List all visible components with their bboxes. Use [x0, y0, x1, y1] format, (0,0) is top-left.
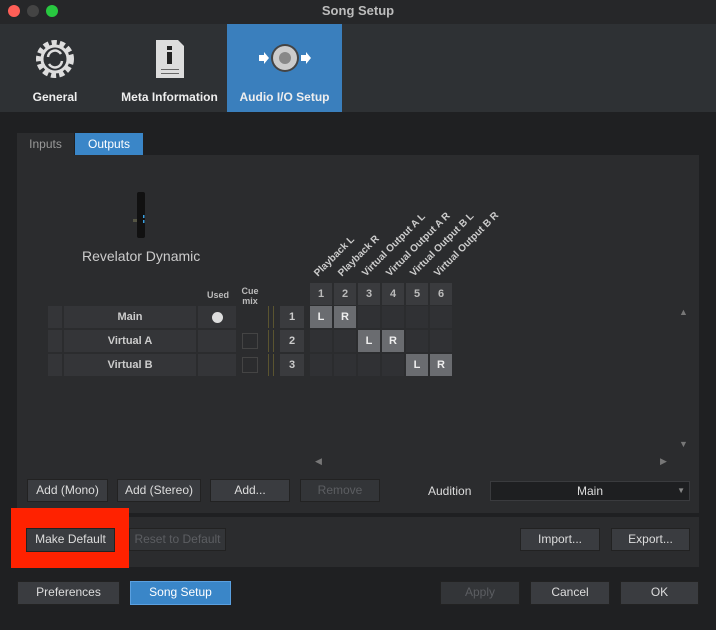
used-cell — [198, 330, 236, 352]
device-name: Revelator Dynamic — [82, 248, 201, 264]
row-handle[interactable] — [48, 306, 62, 328]
cue-mix-cell[interactable] — [238, 354, 262, 376]
level-meter — [268, 330, 274, 352]
row-number: 2 — [280, 330, 304, 352]
level-meter — [268, 354, 274, 376]
level-meter — [268, 306, 274, 328]
row-number: 3 — [280, 354, 304, 376]
minimize-window-button[interactable] — [27, 5, 39, 17]
matrix-cell[interactable] — [406, 306, 428, 328]
preferences-button[interactable]: Preferences — [17, 581, 120, 605]
matrix-cell[interactable] — [334, 354, 356, 376]
matrix-cell[interactable]: L — [406, 354, 428, 376]
matrix-cell[interactable] — [382, 354, 404, 376]
apply-button[interactable]: Apply — [440, 581, 520, 605]
cue-mix-checkbox[interactable] — [242, 357, 258, 374]
column-number: 6 — [430, 283, 452, 305]
column-number: 1 — [310, 283, 332, 305]
cue-mix-checkbox[interactable] — [242, 333, 258, 350]
matrix-cell[interactable]: R — [334, 306, 356, 328]
scroll-down-arrow[interactable]: ▼ — [679, 439, 688, 449]
ok-button[interactable]: OK — [620, 581, 699, 605]
matrix-cell[interactable] — [310, 354, 332, 376]
matrix-cell[interactable] — [334, 330, 356, 352]
audition-value: Main — [576, 484, 603, 498]
audition-dropdown[interactable]: Main ▼ — [490, 481, 690, 501]
tab-audio-io-setup[interactable]: Audio I/O Setup — [227, 24, 342, 112]
cue-mix-header: Cue mix — [241, 286, 259, 306]
tab-general[interactable]: General — [10, 24, 100, 112]
add-stereo-button[interactable]: Add (Stereo) — [117, 479, 201, 502]
used-cell — [198, 354, 236, 376]
add-button[interactable]: Add... — [210, 479, 290, 502]
used-indicator — [211, 311, 223, 323]
scroll-left-arrow[interactable]: ◀ — [315, 456, 322, 467]
matrix-cell[interactable] — [358, 354, 380, 376]
row-handle[interactable] — [48, 330, 62, 352]
matrix-cell[interactable] — [406, 330, 428, 352]
export-button[interactable]: Export... — [611, 528, 690, 551]
audition-label: Audition — [428, 484, 472, 498]
chevron-down-icon: ▼ — [677, 486, 685, 495]
matrix-cell[interactable]: R — [382, 330, 404, 352]
microphone-icon — [133, 192, 145, 238]
import-button[interactable]: Import... — [520, 528, 600, 551]
make-default-button[interactable]: Make Default — [26, 528, 115, 552]
matrix-cell[interactable]: L — [358, 330, 380, 352]
column-number: 3 — [358, 283, 380, 305]
used-header: Used — [206, 290, 229, 300]
matrix-cell[interactable] — [382, 306, 404, 328]
reset-to-default-button[interactable]: Reset to Default — [129, 528, 226, 551]
cue-mix-cell — [238, 306, 262, 328]
info-document-icon — [156, 40, 184, 78]
close-window-button[interactable] — [8, 5, 20, 17]
row-name[interactable]: Virtual B — [64, 354, 196, 376]
remove-button[interactable]: Remove — [300, 479, 380, 502]
tab-outputs[interactable]: Outputs — [75, 133, 143, 155]
used-cell — [198, 306, 236, 328]
matrix-cell[interactable]: L — [310, 306, 332, 328]
row-name[interactable]: Main — [64, 306, 196, 328]
cue-mix-cell[interactable] — [238, 330, 262, 352]
column-number: 2 — [334, 283, 356, 305]
gear-sync-icon — [36, 40, 74, 78]
column-number: 4 — [382, 283, 404, 305]
matrix-cell[interactable]: R — [430, 354, 452, 376]
matrix-cell[interactable] — [430, 330, 452, 352]
scroll-right-arrow[interactable]: ▶ — [660, 456, 667, 467]
zoom-window-button[interactable] — [46, 5, 58, 17]
matrix-cell[interactable] — [358, 306, 380, 328]
tab-meta-information[interactable]: Meta Information — [112, 24, 227, 112]
title-bar: Song Setup — [0, 0, 716, 24]
speaker-io-icon — [259, 44, 311, 72]
row-number: 1 — [280, 306, 304, 328]
matrix-cell[interactable] — [310, 330, 332, 352]
cancel-button[interactable]: Cancel — [530, 581, 610, 605]
column-number: 5 — [406, 283, 428, 305]
row-handle[interactable] — [48, 354, 62, 376]
scroll-up-arrow[interactable]: ▲ — [679, 307, 688, 317]
window-title: Song Setup — [321, 3, 395, 18]
matrix-cell[interactable] — [430, 306, 452, 328]
add-mono-button[interactable]: Add (Mono) — [27, 479, 108, 502]
top-tab-bar: General Meta Information Audio I/O Setup — [0, 24, 716, 112]
song-setup-button[interactable]: Song Setup — [130, 581, 231, 605]
tab-inputs[interactable]: Inputs — [17, 133, 74, 155]
row-name[interactable]: Virtual A — [64, 330, 196, 352]
